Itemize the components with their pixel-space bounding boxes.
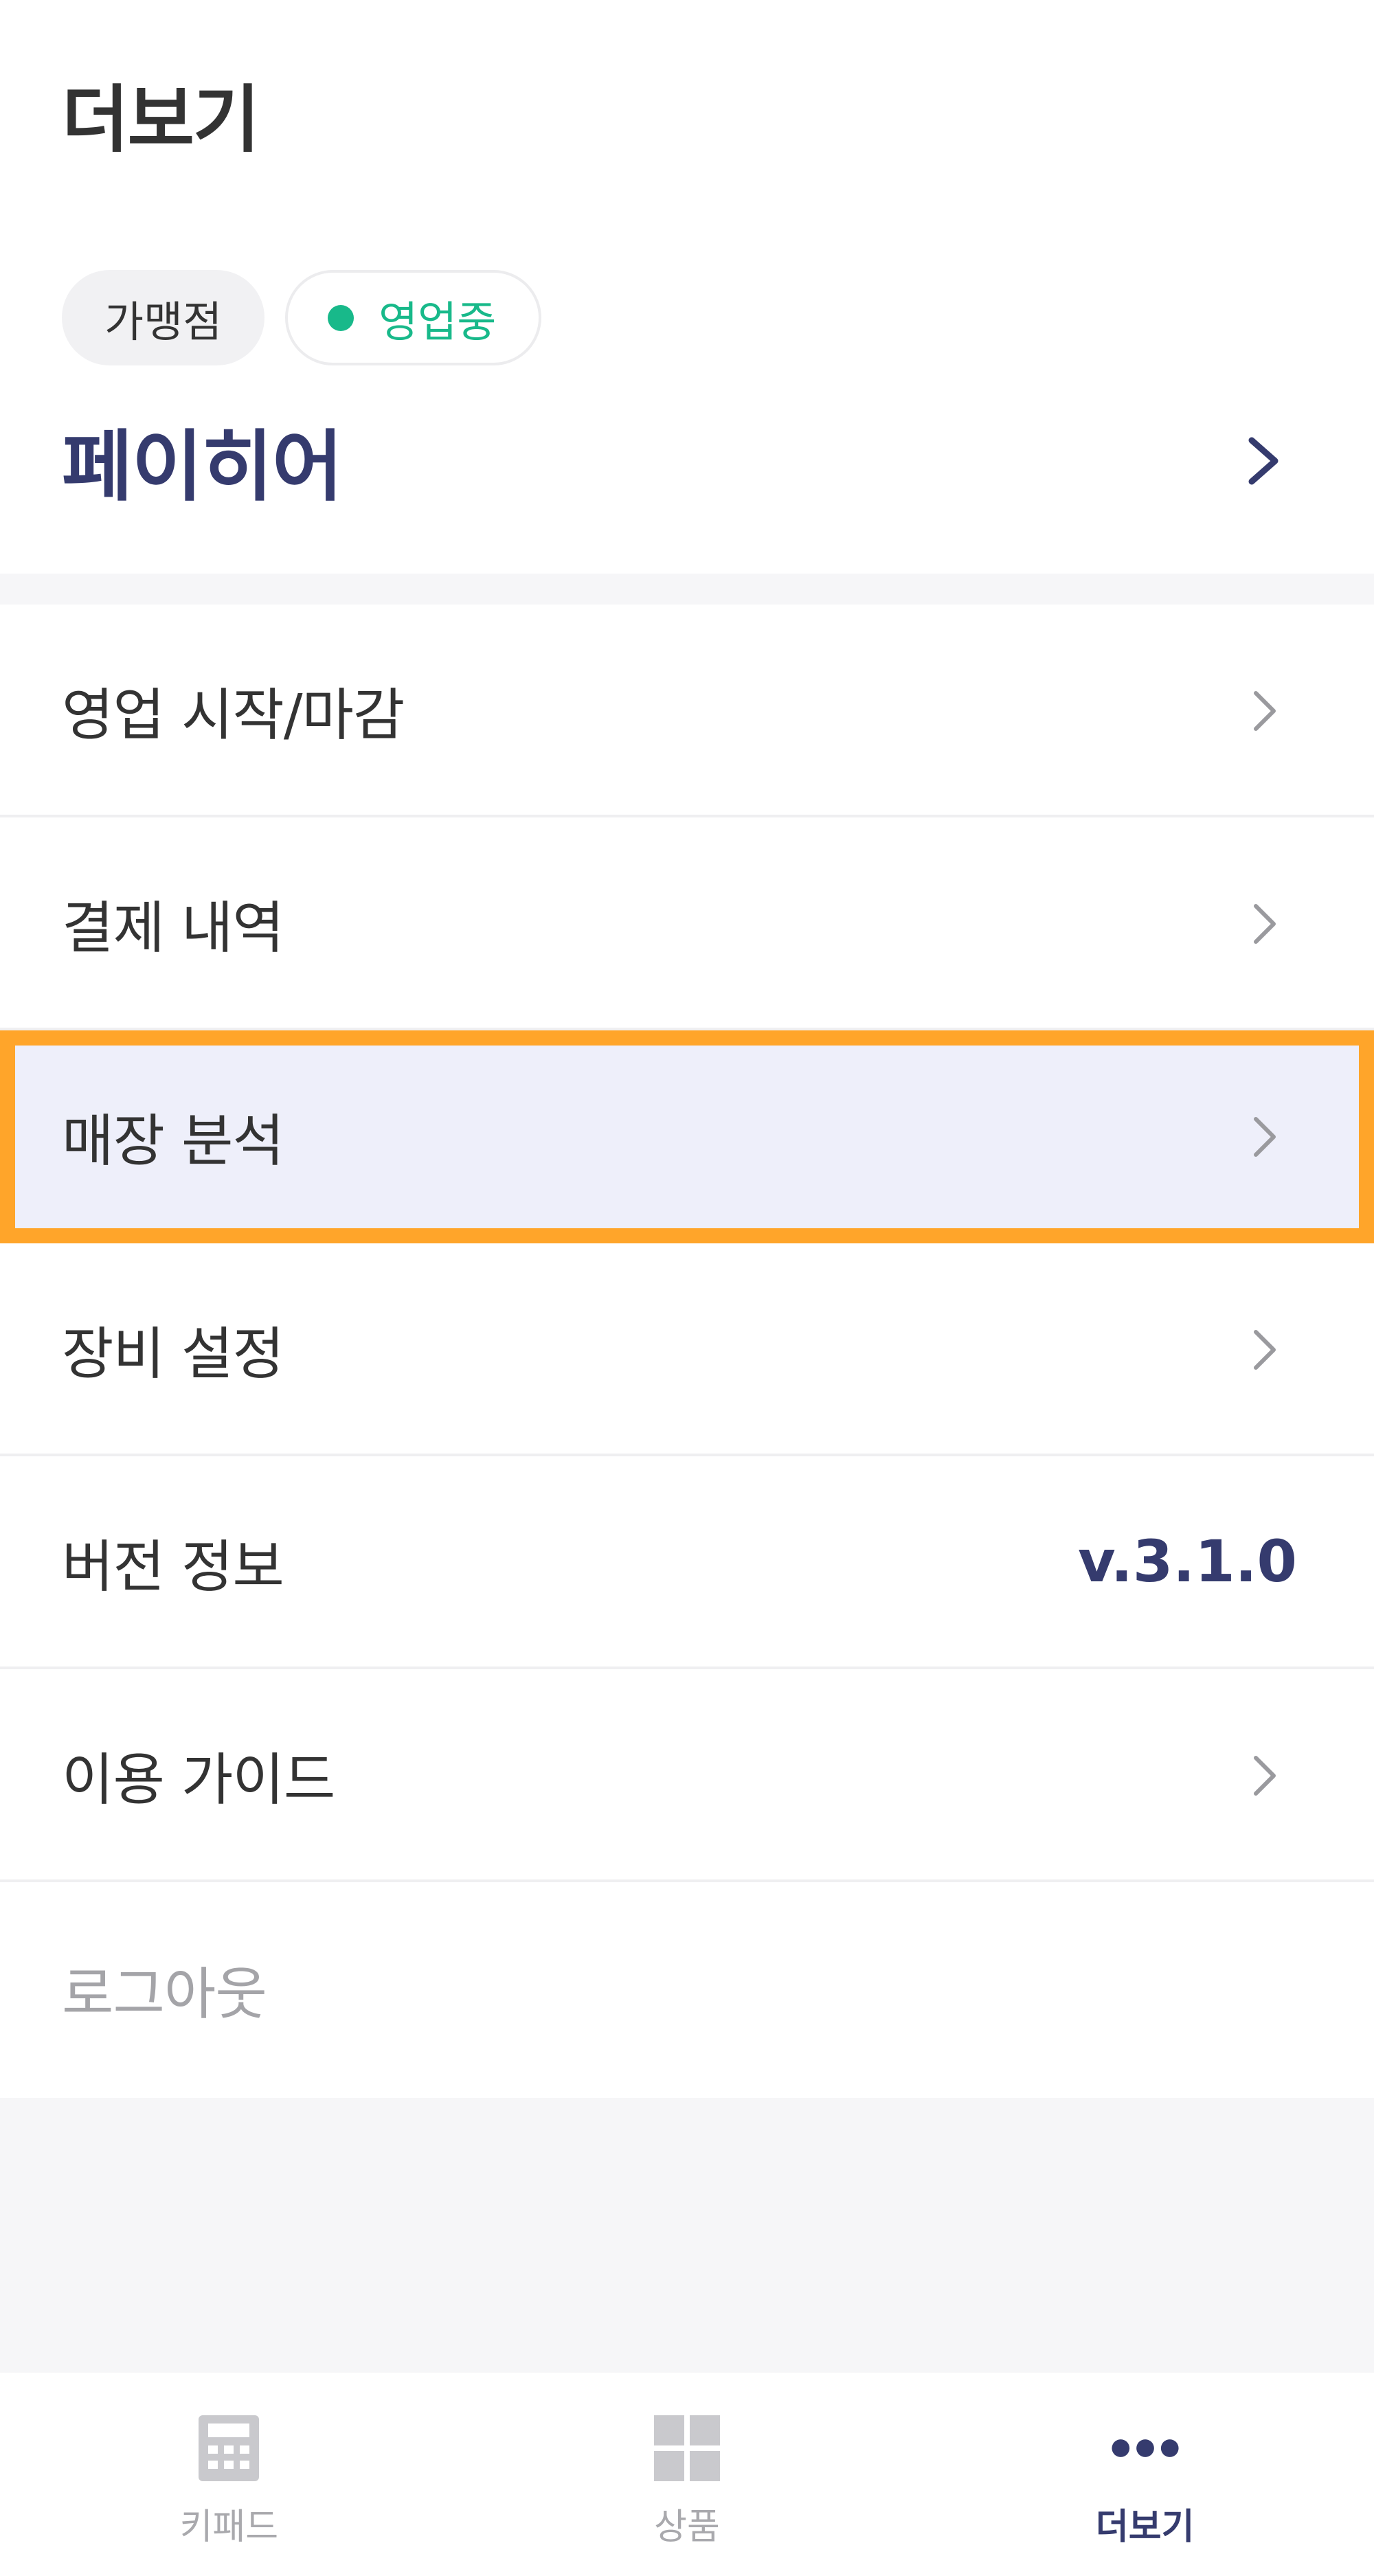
tab-more[interactable]: 더보기 — [916, 2373, 1374, 2576]
menu-item-user-guide[interactable]: 이용 가이드 — [0, 1669, 1374, 1882]
store-badges: 가맹점 영업중 — [62, 270, 542, 368]
empty-area — [0, 2098, 1374, 2373]
store-profile-row[interactable]: 페이히어 — [0, 402, 1374, 519]
chevron-right-icon — [1254, 1117, 1276, 1157]
menu-item-version-info: 버전 정보 v.3.1.0 — [0, 1456, 1374, 1669]
calculator-icon — [194, 2414, 263, 2483]
menu-item-label: 영업 시작/마감 — [62, 682, 405, 748]
menu-item-label: 버전 정보 — [62, 1534, 284, 1600]
menu-list: 영업 시작/마감 결제 내역 매장 분석 장비 설정 버전 정보 v.3.1.0… — [0, 605, 1374, 2095]
store-status-label: 영업중 — [379, 296, 497, 347]
store-name: 페이히어 — [62, 422, 343, 512]
menu-item-device-settings[interactable]: 장비 설정 — [0, 1243, 1374, 1456]
chevron-right-icon — [1248, 437, 1279, 485]
status-dot-icon — [328, 304, 354, 331]
tab-label: 더보기 — [1095, 2507, 1195, 2548]
more-dots-icon — [1111, 2414, 1180, 2483]
menu-item-label: 매장 분석 — [62, 1108, 284, 1174]
tab-keypad[interactable]: 키패드 — [0, 2373, 458, 2576]
bottom-tab-bar: 키패드 상품 더보기 — [0, 2373, 1374, 2576]
menu-item-logout[interactable]: 로그아웃 — [0, 1882, 1374, 2095]
menu-item-label: 결제 내역 — [62, 895, 284, 961]
chevron-right-icon — [1254, 691, 1276, 731]
menu-item-label: 이용 가이드 — [62, 1747, 335, 1813]
menu-item-label: 장비 설정 — [62, 1321, 284, 1387]
menu-item-store-analysis[interactable]: 매장 분석 — [0, 1030, 1374, 1243]
store-type-badge: 가맹점 — [62, 270, 265, 365]
menu-item-payment-history[interactable]: 결제 내역 — [0, 817, 1374, 1030]
menu-item-label: 로그아웃 — [62, 1961, 267, 2027]
page-title: 더보기 — [62, 78, 260, 162]
grid-icon — [653, 2414, 721, 2483]
chevron-right-icon — [1254, 904, 1276, 944]
tab-label: 상품 — [654, 2507, 720, 2548]
chevron-right-icon — [1254, 1330, 1276, 1370]
store-status-badge: 영업중 — [285, 270, 542, 365]
section-divider — [0, 574, 1374, 605]
menu-item-business-open-close[interactable]: 영업 시작/마감 — [0, 605, 1374, 817]
tab-label: 키패드 — [179, 2507, 279, 2548]
version-number: v.3.1.0 — [1078, 1528, 1297, 1595]
tab-products[interactable]: 상품 — [458, 2373, 916, 2576]
chevron-right-icon — [1254, 1756, 1276, 1796]
